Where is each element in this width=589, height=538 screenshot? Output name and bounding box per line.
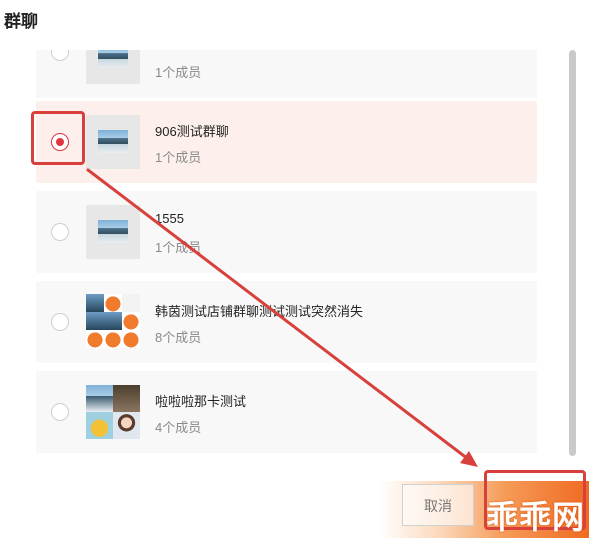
annotation-arrow bbox=[86, 168, 478, 467]
